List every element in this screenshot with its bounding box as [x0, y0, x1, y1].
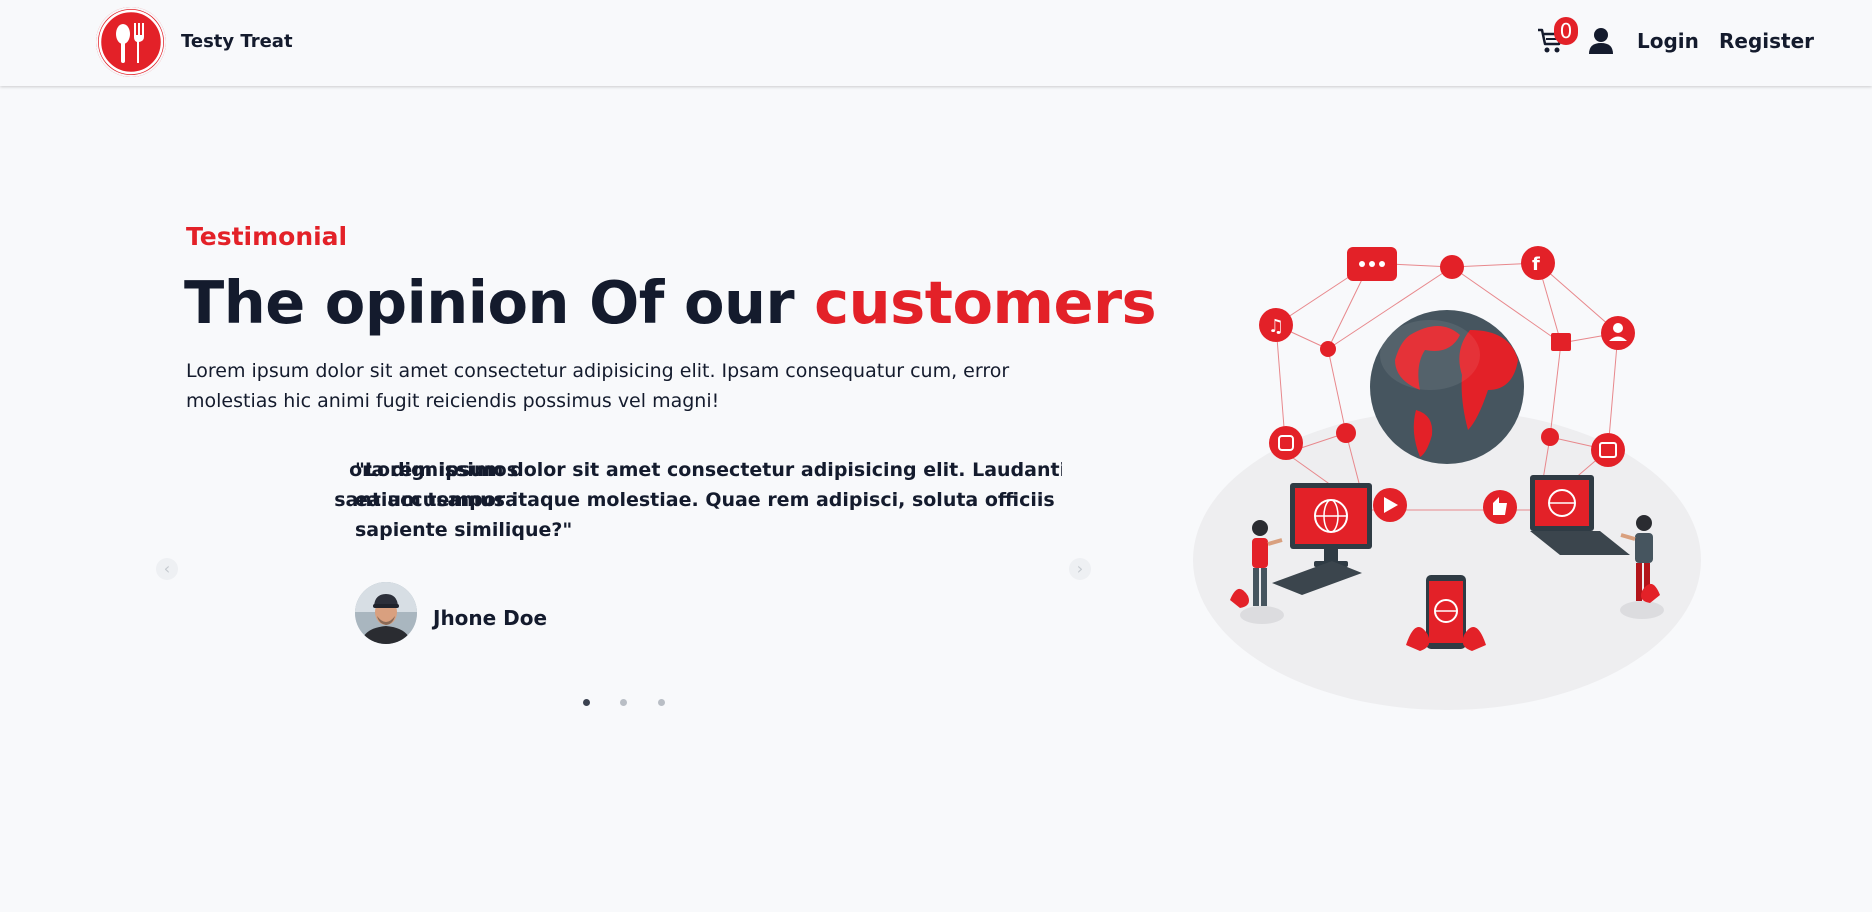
intro-text: Lorem ipsum dolor sit amet consectetur a…: [186, 360, 1010, 412]
logo[interactable]: [96, 7, 166, 77]
title-accent: customers: [814, 268, 1157, 337]
login-link[interactable]: Login: [1637, 29, 1699, 53]
navbar: Testy Treat 0 Login Register: [0, 0, 1872, 86]
svg-text:f: f: [1532, 254, 1540, 275]
brand-name[interactable]: Testy Treat: [181, 31, 293, 52]
avatar: [355, 582, 417, 644]
carousel-next-button[interactable]: ›: [1069, 558, 1091, 580]
quote-line: sapiente similique?": [355, 519, 573, 541]
title-start: The opinion Of our: [184, 268, 815, 337]
quote-line: "Lorem ipsum dolor sit amet consectetur …: [355, 459, 1062, 481]
utensils-logo-icon: [98, 9, 164, 75]
page-title: The opinion Of our customers: [184, 268, 1157, 337]
user-button[interactable]: [1588, 27, 1614, 55]
user-icon: [1589, 28, 1613, 54]
testimonial-quote: "Lorem ipsum dolor sit amet consectetur …: [355, 455, 1062, 545]
carousel-dot[interactable]: [620, 699, 627, 706]
carousel-prev-button[interactable]: ‹: [156, 558, 178, 580]
quote-line: ea accusamus itaque molestiae. Quae rem …: [355, 489, 1062, 511]
testimonial-carousel[interactable]: ora dignissimos santium tempora "Lorem i…: [186, 452, 1062, 722]
section-eyebrow: Testimonial: [186, 222, 348, 251]
global-network-illustration: f ♫: [1190, 225, 1710, 715]
testimonial-author: Jhone Doe: [433, 606, 548, 630]
cart-count-badge: 0: [1554, 17, 1578, 45]
register-link[interactable]: Register: [1719, 29, 1814, 53]
carousel-dot[interactable]: [583, 699, 590, 706]
svg-text:♫: ♫: [1268, 316, 1284, 337]
carousel-dot[interactable]: [658, 699, 665, 706]
